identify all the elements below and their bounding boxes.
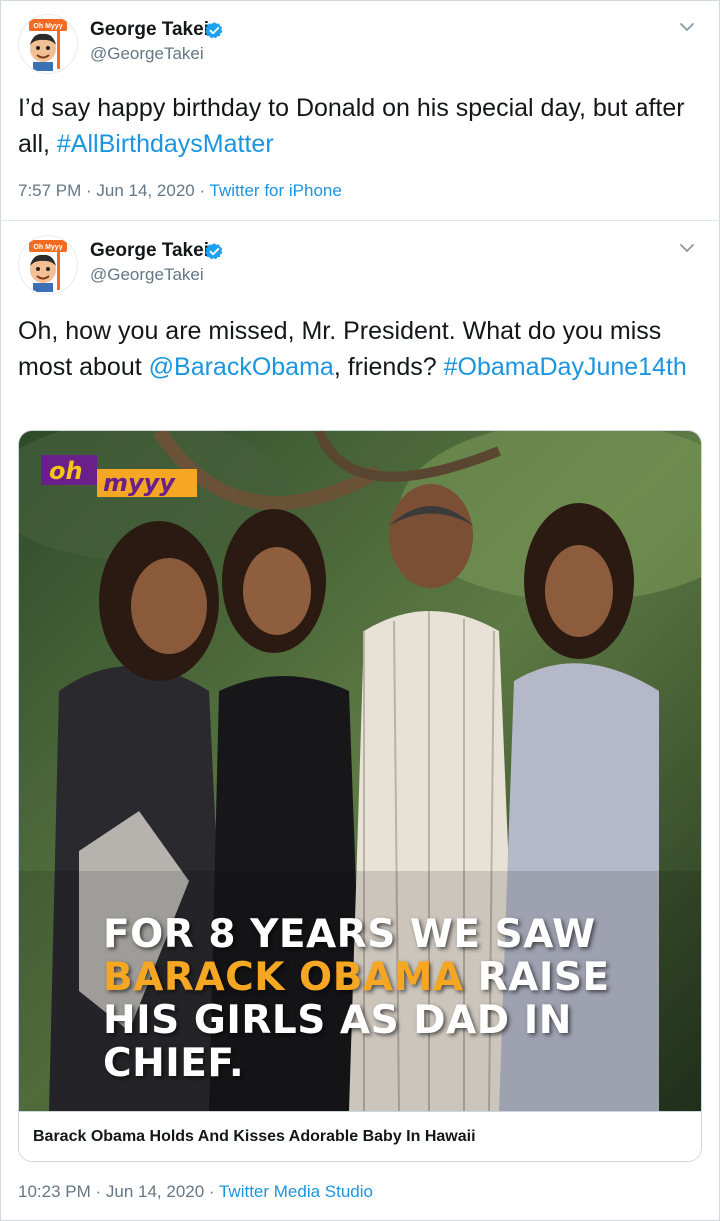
avatar-badge-text: Oh Myyy [33, 23, 62, 30]
display-name[interactable]: George Takei [90, 240, 209, 262]
source-link[interactable]: Twitter for iPhone [210, 181, 342, 200]
overlay-line-1: FOR 8 YEARS WE SAW [103, 912, 596, 957]
tweet-text: I’d say happy birthday to Donald on his … [18, 90, 708, 162]
tweet-text-tail: , friends? [333, 353, 444, 381]
display-name[interactable]: George Takei [90, 19, 209, 41]
handle[interactable]: @GeorgeTakei [90, 44, 204, 64]
avatar-badge-text: Oh Myyy [33, 244, 62, 251]
avatar[interactable]: Oh Myyy [18, 14, 78, 74]
ohmyyy-logo: oh myyy [41, 455, 201, 516]
timestamp[interactable]: 10:23 PM · Jun 14, 2020 · [18, 1182, 219, 1201]
tweet-2[interactable]: Oh Myyy George Takei @GeorgeTakei Oh, ho… [0, 221, 720, 1221]
chevron-down-icon[interactable] [678, 239, 696, 257]
tweet-1[interactable]: Oh Myyy George Takei @GeorgeTakei I’d sa… [0, 0, 720, 221]
overlay-line-2: BARACK OBAMA RAISE [103, 956, 683, 999]
overlay-highlight: BARACK OBAMA [103, 955, 464, 1000]
logo-myyy: myyy [103, 469, 176, 497]
tweet-meta: 10:23 PM · Jun 14, 2020 · Twitter Media … [18, 1182, 373, 1202]
card-title[interactable]: Barack Obama Holds And Kisses Adorable B… [19, 1111, 701, 1161]
hashtag-link[interactable]: #AllBirthdaysMatter [57, 130, 274, 158]
overlay-line-3: HIS GIRLS AS DAD IN [103, 998, 572, 1043]
mention-link[interactable]: @BarackObama [149, 353, 334, 381]
timestamp[interactable]: 7:57 PM · Jun 14, 2020 · [18, 181, 210, 200]
chevron-down-icon[interactable] [678, 18, 696, 36]
verified-badge-icon [205, 243, 223, 260]
hashtag-link[interactable]: #ObamaDayJune14th [444, 353, 687, 381]
link-card[interactable]: oh myyy FOR 8 YEARS WE SAW BARACK OBAMA … [18, 430, 702, 1162]
overlay-line-4: CHIEF. [103, 1041, 245, 1086]
logo-oh: oh [49, 457, 83, 485]
avatar[interactable]: Oh Myyy [18, 235, 78, 295]
verified-badge-icon [205, 22, 223, 39]
handle[interactable]: @GeorgeTakei [90, 265, 204, 285]
tweet-text: Oh, how you are missed, Mr. President. W… [18, 313, 708, 385]
source-link[interactable]: Twitter Media Studio [219, 1182, 373, 1201]
overlay-line-2-rest: RAISE [463, 955, 610, 1000]
card-image[interactable]: oh myyy FOR 8 YEARS WE SAW BARACK OBAMA … [19, 431, 701, 1111]
image-caption-overlay: FOR 8 YEARS WE SAW BARACK OBAMA RAISE HI… [103, 913, 683, 1085]
tweet-meta: 7:57 PM · Jun 14, 2020 · Twitter for iPh… [18, 181, 342, 201]
